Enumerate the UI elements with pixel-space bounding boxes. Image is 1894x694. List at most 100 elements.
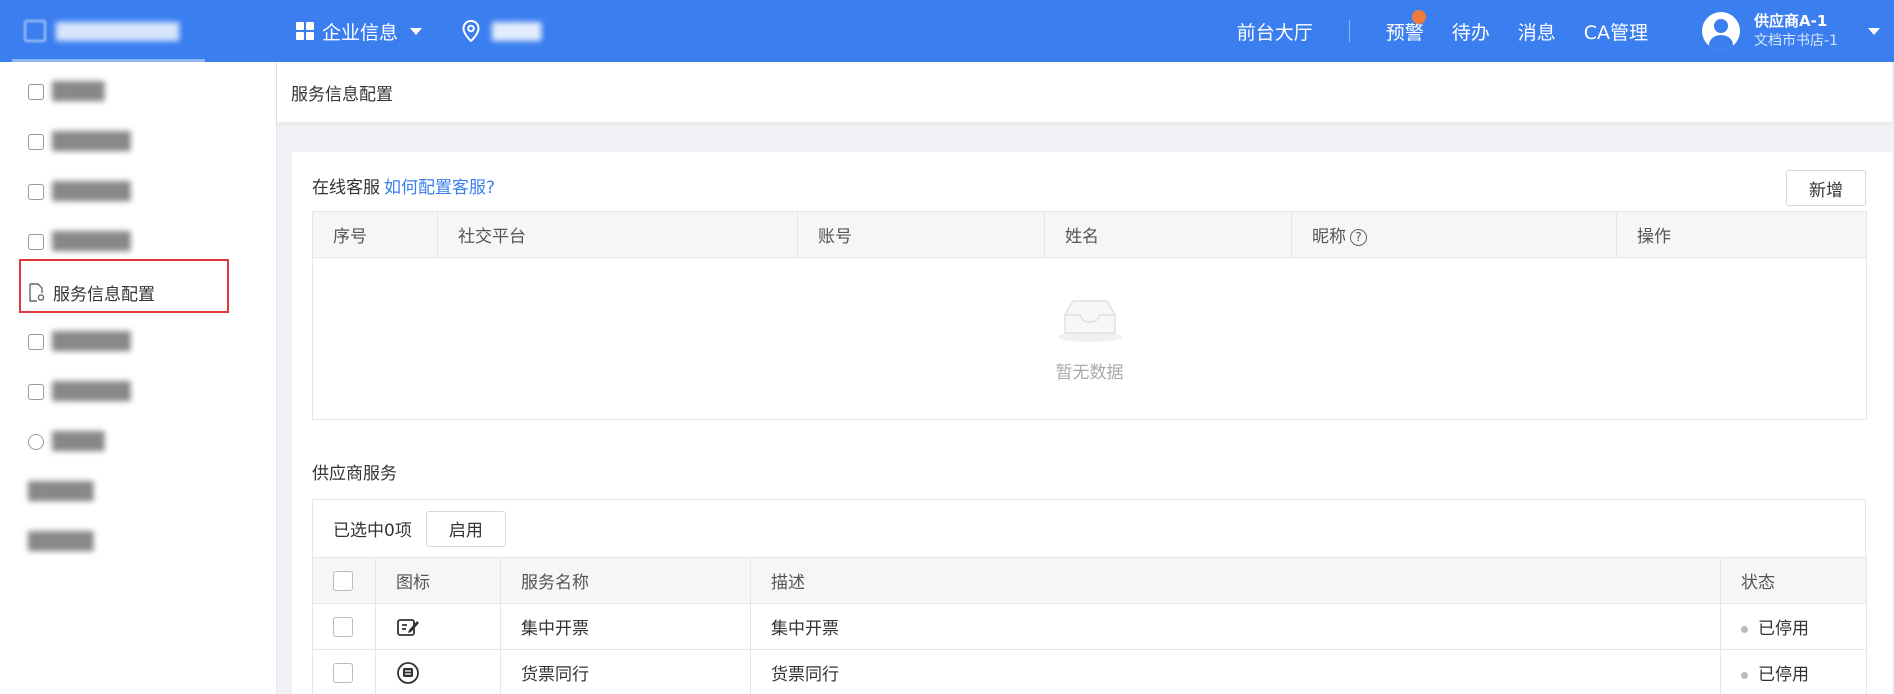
page-title: 服务信息配置 [291,84,393,105]
avatar [1702,12,1741,50]
status-dot [1741,671,1748,679]
empty-text: 暂无数据 [1055,362,1124,383]
sidebar-item-label-blurred: ██████ [52,182,131,202]
grid-icon [296,22,314,40]
online-service-table: 序号 社交平台 账号 姓名 昵称? 操作 暂无数据 [312,211,1867,420]
row-checkbox[interactable] [333,662,353,683]
select-all-checkbox[interactable] [333,570,353,591]
sidebar: ████ ██████ ██████ ██████ 服务信息配置 ██████ … [0,62,277,694]
row-select-cell [312,603,376,650]
location-pin-icon [462,20,480,42]
col-actions: 操作 [1616,211,1867,258]
status-label: 已停用 [1758,619,1809,639]
sidebar-item-label-blurred: ██████ [52,132,131,152]
table-header-row: 图标 服务名称 描述 状态 [312,557,1867,604]
status-label: 已停用 [1758,665,1809,685]
col-nickname-label: 昵称 [1312,227,1346,247]
top-bar: ██████████ 企业信息 ████ 前台大厅 预警 待办 消息 CA管理 [0,0,1894,62]
location-name-blurred: ████ [492,21,542,41]
table-row[interactable]: 集中开票 集中开票 已停用 [312,603,1867,650]
col-social-platform: 社交平台 [437,211,798,258]
user-shop: 文档市书店-1 [1754,33,1838,49]
col-account: 账号 [797,211,1045,258]
sidebar-item-blurred-9[interactable]: █████ [0,517,276,567]
col-index: 序号 [312,211,438,258]
ca-manage-link[interactable]: CA管理 [1584,18,1648,45]
online-service-title: 在线客服 [312,178,380,198]
platform-logo-icon [24,20,46,42]
config-help-link[interactable]: 如何配置客服? [384,178,495,198]
col-name: 姓名 [1044,211,1292,258]
user-menu[interactable]: 供应商A-1 文档市书店-1 [1702,11,1894,51]
sidebar-item-blurred-5[interactable]: ██████ [0,317,276,367]
menu-item-icon [28,384,44,400]
col-select-all [312,557,376,604]
menu-item-icon [28,434,44,450]
location-selector[interactable]: ████ [462,20,541,42]
platform-brand[interactable]: ██████████ [0,0,205,62]
user-name: 供应商A-1 [1754,12,1828,30]
breadcrumb: 服务信息配置 [277,62,1892,122]
user-caret-down-icon [1868,27,1880,35]
invoice-edit-icon [397,618,419,636]
row-select-cell [312,649,376,694]
col-status: 状态 [1720,557,1867,604]
menu-item-icon [28,84,44,100]
supplier-service-title: 供应商服务 [312,464,397,484]
col-nickname: 昵称? [1291,211,1617,258]
caret-down-icon [410,27,423,35]
row-checkbox[interactable] [333,616,353,637]
sidebar-item-blurred-6[interactable]: ██████ [0,367,276,417]
service-name: 货票同行 [500,649,751,694]
service-name: 集中开票 [500,603,751,650]
menu-item-icon [28,184,44,200]
add-button[interactable]: 新增 [1786,170,1866,206]
ticket-circle-icon [397,661,419,684]
warning-badge-dot [1411,9,1426,24]
help-question-icon[interactable]: ? [1350,228,1367,246]
sidebar-item-blurred-1[interactable]: ████ [0,67,276,117]
todo-link[interactable]: 待办 [1452,18,1490,45]
menu-item-icon [28,234,44,250]
selected-count: 已选中0项 [333,521,412,541]
main-panel: 在线客服 如何配置客服? 新增 序号 社交平台 账号 姓名 昵称? 操作 暂无数… [292,152,1892,694]
sidebar-item-blurred-2[interactable]: ██████ [0,117,276,167]
service-description: 集中开票 [750,603,1721,650]
sidebar-item-blurred-8[interactable]: █████ [0,467,276,517]
empty-cell: 暂无数据 [312,257,1867,420]
sidebar-item-label-blurred: ██████ [52,332,131,352]
warning-label: 预警 [1385,21,1424,44]
online-service-header: 在线客服 如何配置客服? [312,173,495,198]
sidebar-item-label-blurred: ████ [52,82,105,102]
sidebar-item-label-blurred: ████ [52,432,105,452]
table-row[interactable]: 货票同行 货票同行 已停用 [312,649,1867,694]
menu-item-icon [28,334,44,350]
active-item-highlight [19,259,229,313]
platform-name-blurred: ██████████ [56,21,180,41]
sidebar-item-blurred-3[interactable]: ██████ [0,167,276,217]
row-icon-cell [375,649,501,694]
status-dot [1741,625,1748,633]
sidebar-item-label-blurred: ██████ [52,232,131,252]
nav-divider [1348,20,1350,42]
warning-link[interactable]: 预警 [1385,9,1426,45]
col-icon: 图标 [375,557,501,604]
enterprise-info-menu[interactable]: 企业信息 [296,18,423,45]
col-service-name: 服务名称 [500,557,751,604]
service-description: 货票同行 [750,649,1721,694]
service-status: 已停用 [1720,649,1867,694]
sidebar-item-label-blurred: ██████ [52,382,131,402]
messages-link[interactable]: 消息 [1518,18,1556,45]
empty-row: 暂无数据 [312,257,1867,420]
empty-inbox-icon [1057,299,1122,342]
service-status: 已停用 [1720,603,1867,650]
front-hall-link[interactable]: 前台大厅 [1237,18,1313,45]
sidebar-item-label-blurred: █████ [28,482,94,502]
top-nav: 企业信息 ████ [296,0,541,62]
enterprise-info-label: 企业信息 [322,21,399,44]
user-info: 供应商A-1 文档市书店-1 [1754,11,1838,51]
row-icon-cell [375,603,501,650]
enable-button[interactable]: 启用 [425,510,506,547]
sidebar-item-blurred-7[interactable]: ████ [0,417,276,467]
supplier-service-table: 图标 服务名称 描述 状态 集中开票 集中开票 已停用 货票同行 货票同行 已停… [312,557,1867,694]
